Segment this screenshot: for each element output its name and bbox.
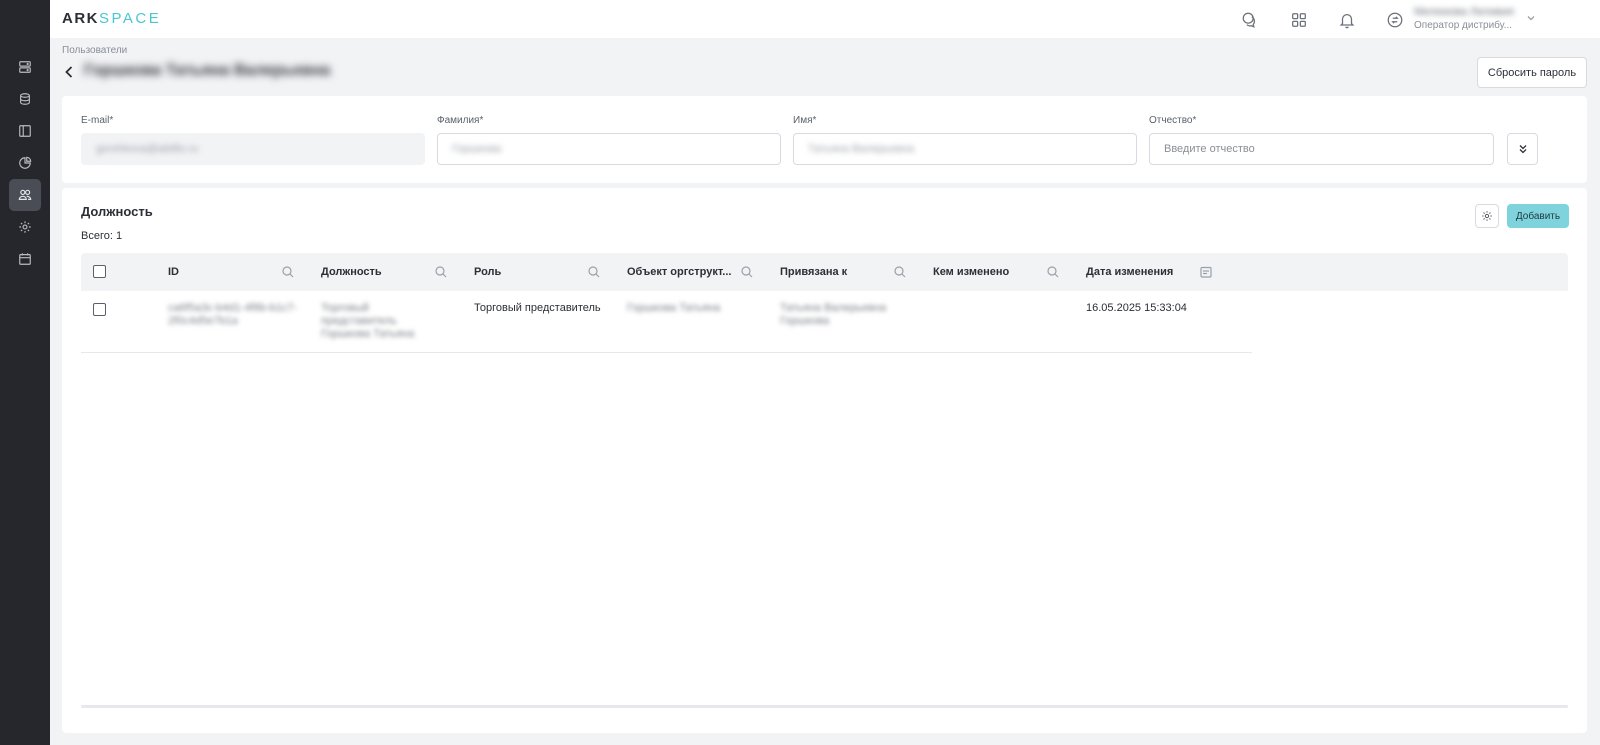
last-name-value: Горшкова	[452, 143, 502, 155]
bell-icon[interactable]	[1336, 9, 1358, 31]
cell-id: ca6f5a3c-b4d1-4f8b-b1c7-2f0c4d5e7b1a	[168, 302, 298, 327]
expand-fields-button[interactable]	[1507, 133, 1538, 165]
page-title: Горшкова Татьяна Валерьевна	[84, 62, 331, 79]
column-header-changed-by[interactable]: Кем изменено	[933, 253, 1009, 291]
date-filter-icon[interactable]	[1199, 265, 1213, 279]
logo[interactable]: ARKSPACE	[62, 10, 161, 27]
chevron-down-icon[interactable]	[1526, 12, 1536, 26]
add-position-button[interactable]: Добавить	[1507, 204, 1569, 228]
user-role: Оператор дистрибу...	[1414, 20, 1513, 31]
sidebar-item-calendar[interactable]	[9, 243, 41, 275]
column-header-changed-at[interactable]: Дата изменения	[1086, 253, 1173, 291]
chat-icon[interactable]	[1239, 9, 1261, 31]
cell-org-object: Горшкова Татьяна	[627, 302, 721, 314]
search-icon[interactable]	[587, 265, 601, 279]
pie-chart-icon	[19, 156, 32, 169]
cell-position: Торговый представитель Горшкова Татьяна	[321, 302, 415, 340]
search-icon[interactable]	[1046, 265, 1060, 279]
last-name-label: Фамилия*	[437, 115, 484, 126]
select-all-checkbox[interactable]	[93, 265, 106, 278]
user-menu[interactable]: Милюкова Лиливия Оператор дистрибу...	[1414, 6, 1524, 34]
search-icon[interactable]	[434, 265, 448, 279]
column-header-role[interactable]: Роль	[474, 253, 501, 291]
cell-changed-at: 16.05.2025 15:33:04	[1086, 302, 1187, 314]
gear-icon	[19, 221, 31, 233]
search-icon[interactable]	[893, 265, 907, 279]
user-name: Милюкова Лиливия	[1414, 6, 1514, 18]
table-row[interactable]: ca6f5a3c-b4d1-4f8b-b1c7-2f0c4d5e7b1a Тор…	[81, 291, 1252, 353]
sidebar-item-users[interactable]	[9, 179, 41, 211]
gear-icon	[1482, 211, 1492, 221]
positions-table: ID Должность Роль Объект оргструкт... Пр…	[81, 253, 1568, 713]
sidebar-item-servers[interactable]	[9, 51, 41, 83]
sync-icon[interactable]	[1384, 9, 1406, 31]
email-label: E-mail*	[81, 115, 114, 126]
sidebar-item-analytics[interactable]	[9, 147, 41, 179]
breadcrumb[interactable]: Пользователи	[62, 45, 127, 56]
apps-grid-icon[interactable]	[1288, 9, 1310, 31]
calendar-icon	[19, 253, 31, 265]
row-checkbox[interactable]	[93, 303, 106, 316]
horizontal-scrollbar[interactable]	[81, 705, 1568, 708]
column-header-id[interactable]: ID	[168, 253, 179, 291]
sidebar-item-layout[interactable]	[9, 115, 41, 147]
middle-name-placeholder: Введите отчество	[1164, 143, 1255, 155]
cell-role: Торговый представитель	[474, 302, 601, 314]
server-icon	[19, 61, 31, 73]
double-chevron-down-icon	[1519, 145, 1526, 154]
column-header-org-object[interactable]: Объект оргструкт...	[627, 253, 731, 291]
total-count: Всего: 1	[81, 230, 123, 242]
last-name-field[interactable]: Горшкова	[437, 133, 781, 165]
table-settings-button[interactable]	[1475, 204, 1499, 228]
sidebar	[0, 0, 50, 745]
back-arrow-icon[interactable]	[64, 64, 78, 80]
search-icon[interactable]	[740, 265, 754, 279]
sidebar-item-settings[interactable]	[9, 211, 41, 243]
user-form: E-mail* gorshkova@abillis.ru Фамилия* Го…	[62, 96, 1587, 183]
logo-ark: ARK	[62, 10, 99, 27]
column-header-bound-to[interactable]: Привязана к	[780, 253, 847, 291]
reset-password-button[interactable]: Сбросить пароль	[1477, 57, 1587, 88]
cell-bound-to: Татьяна Валерьевна Горшкова	[780, 302, 887, 327]
email-field: gorshkova@abillis.ru	[81, 133, 425, 165]
column-header-position[interactable]: Должность	[321, 253, 382, 291]
positions-card: Должность Всего: 1 Добавить ID Должность…	[62, 188, 1587, 733]
email-value: gorshkova@abillis.ru	[96, 143, 199, 155]
middle-name-field[interactable]: Введите отчество	[1149, 133, 1494, 165]
top-header: ARKSPACE Милюкова Лиливия Оператор дистр…	[50, 0, 1600, 38]
logo-space: SPACE	[99, 10, 162, 27]
layout-icon	[19, 125, 31, 137]
database-icon	[20, 93, 30, 105]
users-icon	[18, 189, 32, 200]
middle-name-label: Отчество*	[1149, 115, 1197, 126]
sidebar-item-database[interactable]	[9, 83, 41, 115]
section-title: Должность	[81, 204, 153, 219]
table-header: ID Должность Роль Объект оргструкт... Пр…	[81, 253, 1568, 291]
search-icon[interactable]	[281, 265, 295, 279]
first-name-value: Татьяна Валерьевна	[808, 143, 915, 155]
first-name-label: Имя*	[793, 115, 817, 126]
first-name-field[interactable]: Татьяна Валерьевна	[793, 133, 1137, 165]
